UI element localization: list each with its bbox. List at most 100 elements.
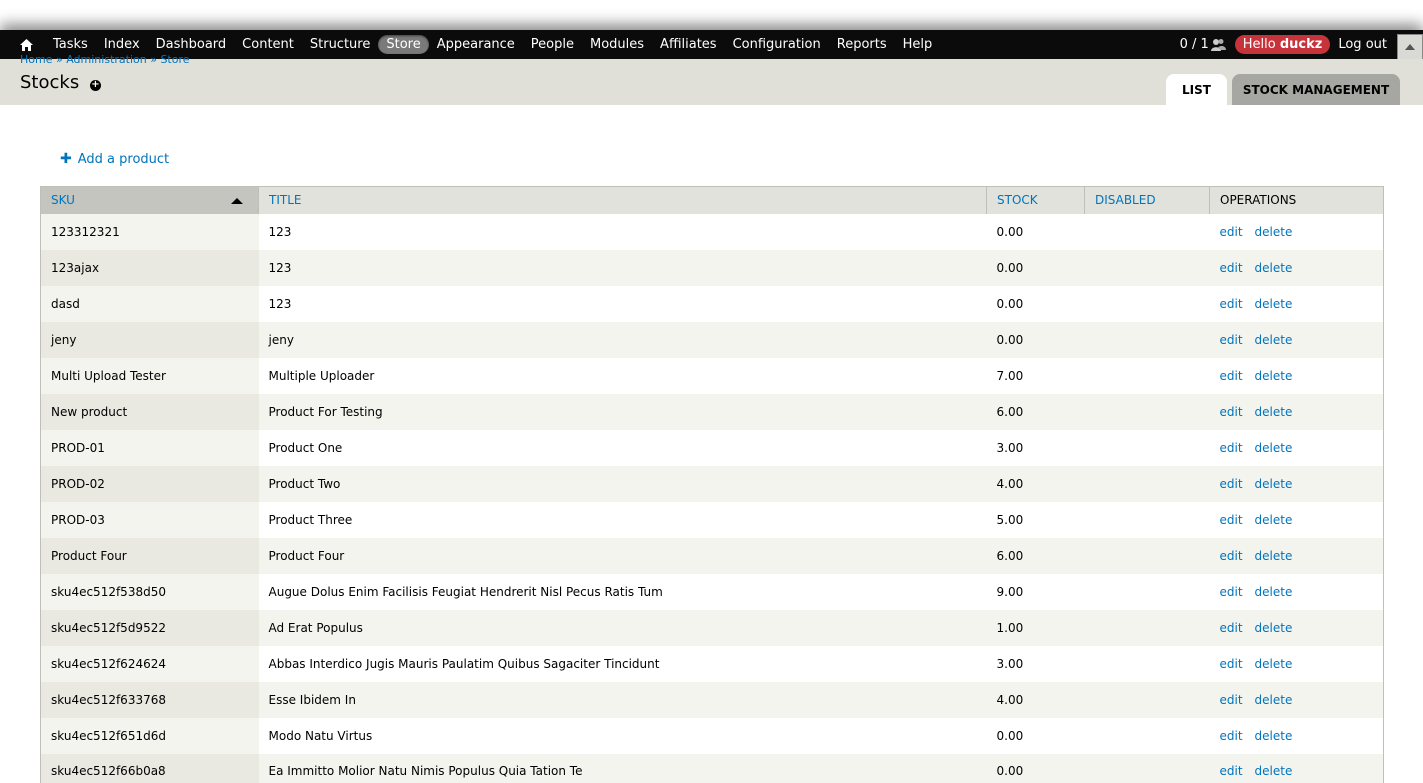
- cell-operations: edit delete: [1209, 249, 1384, 286]
- delete-link[interactable]: delete: [1255, 764, 1293, 778]
- table-row: jeny jeny 0.00 edit delete: [40, 321, 1384, 358]
- edit-link[interactable]: edit: [1220, 764, 1243, 778]
- toolbar-item-index[interactable]: Index: [96, 35, 148, 54]
- toolbar-item-store[interactable]: Store: [378, 35, 429, 54]
- cell-disabled: [1084, 393, 1210, 430]
- edit-link[interactable]: edit: [1220, 225, 1243, 239]
- tab-stock-management[interactable]: Stock management: [1232, 74, 1400, 105]
- table-row: PROD-02 Product Two 4.00 edit delete: [40, 465, 1384, 502]
- page-header: Home » Administration » Store Stocks + L…: [0, 53, 1423, 105]
- delete-link[interactable]: delete: [1255, 297, 1293, 311]
- edit-link[interactable]: edit: [1220, 405, 1243, 419]
- cell-disabled: [1084, 501, 1210, 538]
- toolbar-item-reports[interactable]: Reports: [829, 35, 895, 54]
- delete-link[interactable]: delete: [1255, 333, 1293, 347]
- breadcrumb-store[interactable]: Store: [160, 53, 189, 66]
- cell-disabled: [1084, 753, 1210, 783]
- edit-link[interactable]: edit: [1220, 657, 1243, 671]
- toolbar-item-structure[interactable]: Structure: [302, 35, 378, 54]
- cell-sku: sku4ec512f651d6d: [40, 717, 259, 754]
- delete-link[interactable]: delete: [1255, 513, 1293, 527]
- cell-title: 123: [258, 285, 987, 322]
- edit-link[interactable]: edit: [1220, 549, 1243, 563]
- add-product-link[interactable]: ✚ Add a product: [60, 151, 169, 167]
- toolbar-item-affiliates[interactable]: Affiliates: [652, 35, 725, 54]
- cell-sku: PROD-03: [40, 501, 259, 538]
- add-shortcut-icon[interactable]: +: [90, 80, 101, 91]
- delete-link[interactable]: delete: [1255, 405, 1293, 419]
- column-header-sku[interactable]: SKU: [40, 186, 259, 214]
- edit-link[interactable]: edit: [1220, 585, 1243, 599]
- toolbar-item-dashboard[interactable]: Dashboard: [148, 35, 235, 54]
- toolbar-item-content[interactable]: Content: [234, 35, 302, 54]
- delete-link[interactable]: delete: [1255, 441, 1293, 455]
- column-header-title[interactable]: Title: [258, 186, 987, 214]
- toolbar-item-appearance[interactable]: Appearance: [429, 35, 523, 54]
- toolbar-item-people[interactable]: People: [523, 35, 582, 54]
- stock-table: SKU Title Stock Disabled Operations 1233…: [40, 186, 1384, 783]
- cell-stock: 0.00: [986, 753, 1085, 783]
- toolbar-item-tasks[interactable]: Tasks: [45, 35, 96, 54]
- delete-link[interactable]: delete: [1255, 477, 1293, 491]
- toolbar-user-area: 0 / 1 Hello duckz Log out: [1180, 30, 1423, 60]
- edit-link[interactable]: edit: [1220, 333, 1243, 347]
- cell-disabled: [1084, 645, 1210, 682]
- edit-link[interactable]: edit: [1220, 693, 1243, 707]
- edit-link[interactable]: edit: [1220, 729, 1243, 743]
- sort-ascending-icon: [231, 198, 243, 204]
- cell-title: Abbas Interdico Jugis Mauris Paulatim Qu…: [258, 645, 987, 682]
- edit-link[interactable]: edit: [1220, 477, 1243, 491]
- toolbar-item-help[interactable]: Help: [895, 35, 941, 54]
- edit-link[interactable]: edit: [1220, 369, 1243, 383]
- toolbar-item-modules[interactable]: Modules: [582, 35, 652, 54]
- toolbar-menu: Tasks Index Dashboard Content Structure …: [45, 35, 940, 54]
- home-icon[interactable]: [17, 36, 35, 54]
- cell-disabled: [1084, 573, 1210, 610]
- cell-title: Product Three: [258, 501, 987, 538]
- delete-link[interactable]: delete: [1255, 585, 1293, 599]
- delete-link[interactable]: delete: [1255, 369, 1293, 383]
- delete-link[interactable]: delete: [1255, 729, 1293, 743]
- cell-stock: 0.00: [986, 213, 1085, 250]
- cell-sku: PROD-01: [40, 429, 259, 466]
- table-row: Multi Upload Tester Multiple Uploader 7.00…: [40, 357, 1384, 394]
- breadcrumb-home[interactable]: Home: [20, 53, 52, 66]
- cell-title: Esse Ibidem In: [258, 681, 987, 718]
- breadcrumb-separator: »: [150, 53, 157, 66]
- toolbar-item-configuration[interactable]: Configuration: [725, 35, 829, 54]
- edit-link[interactable]: edit: [1220, 441, 1243, 455]
- cell-sku: jeny: [40, 321, 259, 358]
- delete-link[interactable]: delete: [1255, 549, 1293, 563]
- delete-link[interactable]: delete: [1255, 225, 1293, 239]
- table-row: sku4ec512f633768 Esse Ibidem In 4.00 edit de…: [40, 681, 1384, 718]
- column-header-stock[interactable]: Stock: [986, 186, 1085, 214]
- cell-title: Ad Erat Populus: [258, 609, 987, 646]
- delete-link[interactable]: delete: [1255, 657, 1293, 671]
- column-header-disabled[interactable]: Disabled: [1084, 186, 1210, 214]
- breadcrumb-separator: »: [55, 53, 63, 66]
- edit-link[interactable]: edit: [1220, 261, 1243, 275]
- cell-sku: 123ajax: [40, 249, 259, 286]
- cell-title: Product Two: [258, 465, 987, 502]
- cell-sku: sku4ec512f538d50: [40, 573, 259, 610]
- tab-list[interactable]: List: [1166, 74, 1227, 105]
- column-header-operations: Operations: [1209, 186, 1384, 214]
- edit-link[interactable]: edit: [1220, 513, 1243, 527]
- delete-link[interactable]: delete: [1255, 693, 1293, 707]
- edit-link[interactable]: edit: [1220, 297, 1243, 311]
- cell-operations: edit delete: [1209, 681, 1384, 718]
- toolbar-drawer-toggle[interactable]: [1397, 33, 1423, 60]
- logout-link[interactable]: Log out: [1338, 37, 1387, 52]
- delete-link[interactable]: delete: [1255, 261, 1293, 275]
- delete-link[interactable]: delete: [1255, 621, 1293, 635]
- table-row: dasd 123 0.00 edit delete: [40, 285, 1384, 322]
- hello-user-badge[interactable]: Hello duckz: [1234, 35, 1331, 54]
- edit-link[interactable]: edit: [1220, 621, 1243, 635]
- breadcrumb-administration[interactable]: Administration: [66, 53, 147, 66]
- table-row: 123312321 123 0.00 edit delete: [40, 213, 1384, 250]
- cell-sku: 123312321: [40, 213, 259, 250]
- cell-stock: 4.00: [986, 465, 1085, 502]
- cell-title: Modo Natu Virtus: [258, 717, 987, 754]
- cell-operations: edit delete: [1209, 429, 1384, 466]
- cell-sku: PROD-02: [40, 465, 259, 502]
